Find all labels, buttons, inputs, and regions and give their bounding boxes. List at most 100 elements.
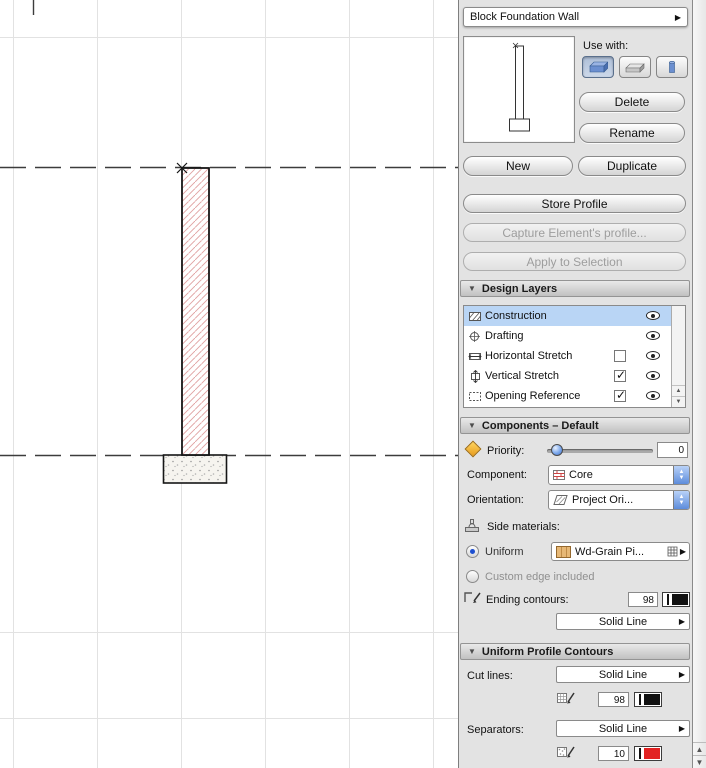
eye-icon[interactable] bbox=[646, 311, 660, 320]
layer-checkbox[interactable] bbox=[614, 388, 626, 402]
priority-pen-icon bbox=[464, 440, 482, 458]
component-label: Component: bbox=[467, 469, 527, 481]
cut-lines-line-type: Solid Line bbox=[598, 668, 648, 681]
dropdown-arrow-icon: ▶ bbox=[678, 724, 685, 733]
uniform-profile-contours-header[interactable]: ▼ Uniform Profile Contours bbox=[460, 643, 690, 660]
separator-pen-field[interactable]: 10 bbox=[598, 746, 629, 761]
wall-icon bbox=[589, 61, 608, 73]
separator-pen-color-button[interactable] bbox=[634, 746, 662, 761]
cut-pen-icon bbox=[557, 692, 575, 704]
apply-to-selection-button: Apply to Selection bbox=[463, 252, 686, 271]
scroll-down-icon[interactable]: ▼ bbox=[693, 755, 706, 768]
component-stepper[interactable]: ▲ ▼ bbox=[673, 466, 689, 484]
orientation-stepper[interactable]: ▲ ▼ bbox=[673, 491, 689, 509]
beam-icon bbox=[625, 63, 645, 73]
duplicate-button[interactable]: Duplicate bbox=[578, 156, 686, 176]
layer-row-vertical-stretch[interactable]: Vertical Stretch bbox=[464, 366, 685, 386]
material-value: Wd-Grain Pi... bbox=[575, 545, 645, 558]
new-button[interactable]: New bbox=[463, 156, 573, 176]
custom-edge-label: Custom edge included bbox=[485, 571, 595, 583]
layer-row-opening-reference[interactable]: Opening Reference bbox=[464, 386, 685, 406]
scroll-up-icon[interactable]: ▲ bbox=[672, 385, 685, 396]
use-with-beam-button[interactable] bbox=[619, 56, 651, 78]
uniform-radio[interactable] bbox=[466, 545, 479, 558]
component-dropdown[interactable]: Core ▲ ▼ bbox=[548, 465, 690, 485]
layer-checkbox[interactable] bbox=[614, 350, 626, 362]
design-layers-header[interactable]: ▼ Design Layers bbox=[460, 280, 690, 297]
cut-pen-field[interactable]: 98 bbox=[598, 692, 629, 707]
store-profile-button[interactable]: Store Profile bbox=[463, 194, 686, 213]
components-header[interactable]: ▼ Components – Default bbox=[460, 417, 690, 434]
scroll-down-icon[interactable]: ▼ bbox=[672, 396, 685, 407]
eye-icon[interactable] bbox=[646, 331, 660, 340]
column-icon bbox=[669, 60, 675, 73]
priority-value-field[interactable]: 0 bbox=[657, 442, 688, 458]
scroll-up-icon[interactable]: ▲ bbox=[693, 742, 706, 755]
orientation-value: Project Ori... bbox=[572, 494, 634, 506]
layer-row-horizontal-stretch[interactable]: Horizontal Stretch bbox=[464, 346, 685, 366]
dropdown-arrow-icon: ▶ bbox=[679, 547, 686, 556]
separators-line-type: Solid Line bbox=[598, 722, 648, 735]
construction-layer-icon bbox=[469, 311, 481, 321]
layer-row-construction[interactable]: Construction bbox=[464, 306, 685, 326]
ending-pen-color-button[interactable] bbox=[662, 592, 690, 607]
eye-icon[interactable] bbox=[646, 371, 660, 380]
layer-checkbox[interactable] bbox=[614, 368, 626, 382]
opening-reference-icon bbox=[469, 391, 481, 401]
layer-name: Horizontal Stretch bbox=[485, 350, 573, 362]
layer-name: Vertical Stretch bbox=[485, 370, 559, 382]
cut-lines-line-type-dropdown[interactable]: Solid Line ▶ bbox=[556, 666, 690, 683]
panel-scrollbar[interactable]: ▲ ▼ bbox=[692, 0, 706, 768]
uniform-profile-contours-title: Uniform Profile Contours bbox=[481, 645, 614, 658]
ending-line-type: Solid Line bbox=[598, 615, 648, 628]
grid-lines bbox=[0, 0, 459, 768]
profile-drawing bbox=[0, 0, 459, 768]
use-with-wall-button[interactable] bbox=[582, 56, 614, 78]
layer-name: Construction bbox=[485, 310, 547, 322]
priority-label: Priority: bbox=[487, 445, 525, 457]
dropdown-arrow-icon: ▶ bbox=[678, 617, 685, 626]
design-layers-list: Construction Drafting Horizontal Stretch bbox=[463, 305, 686, 408]
material-swatch bbox=[556, 545, 571, 558]
dropdown-arrow-icon: ▶ bbox=[678, 670, 685, 679]
use-with-buttons bbox=[582, 56, 688, 78]
separators-label: Separators: bbox=[467, 724, 524, 736]
orientation-label: Orientation: bbox=[467, 494, 524, 506]
component-value: Core bbox=[569, 469, 593, 481]
uniform-material-dropdown[interactable]: Wd-Grain Pi... ▶ bbox=[551, 542, 690, 561]
priority-slider-knob[interactable] bbox=[551, 444, 563, 456]
use-with-label: Use with: bbox=[583, 40, 629, 52]
ending-line-type-dropdown[interactable]: Solid Line ▶ bbox=[556, 613, 690, 630]
eye-icon[interactable] bbox=[646, 391, 660, 400]
profile-preview bbox=[463, 36, 575, 143]
drafting-layer-icon bbox=[469, 330, 480, 342]
profile-preview-drawing bbox=[509, 42, 530, 132]
orientation-dropdown[interactable]: Project Ori... ▲ ▼ bbox=[548, 490, 690, 510]
orientation-icon bbox=[553, 495, 568, 505]
components-title: Components – Default bbox=[481, 419, 599, 432]
rename-button[interactable]: Rename bbox=[579, 123, 685, 143]
cut-pen-color-button[interactable] bbox=[634, 692, 662, 707]
custom-edge-radio[interactable] bbox=[466, 570, 479, 583]
drawing-canvas[interactable] bbox=[0, 0, 459, 768]
capture-profile-button: Capture Element's profile... bbox=[463, 223, 686, 242]
layer-row-drafting[interactable]: Drafting bbox=[464, 326, 685, 346]
priority-slider[interactable] bbox=[547, 444, 653, 456]
delete-button[interactable]: Delete bbox=[579, 92, 685, 112]
eye-icon[interactable] bbox=[646, 351, 660, 360]
ending-contours-label: Ending contours: bbox=[486, 594, 569, 606]
use-with-column-button[interactable] bbox=[656, 56, 688, 78]
horizontal-stretch-icon bbox=[468, 352, 482, 360]
profile-selector[interactable]: Block Foundation Wall ▶ bbox=[463, 7, 688, 27]
layer-name: Drafting bbox=[485, 330, 524, 342]
popup-arrow-icon: ▶ bbox=[674, 12, 681, 22]
ending-contours-icon bbox=[464, 592, 481, 603]
vertical-stretch-icon bbox=[471, 369, 480, 383]
layers-list-scrollbar[interactable]: ▲ ▼ bbox=[671, 306, 685, 407]
design-layers-title: Design Layers bbox=[481, 282, 558, 295]
ending-pen-field[interactable]: 98 bbox=[628, 592, 658, 607]
separators-line-type-dropdown[interactable]: Solid Line ▶ bbox=[556, 720, 690, 737]
side-materials-icon bbox=[465, 519, 479, 532]
profile-manager-panel: Block Foundation Wall ▶ Use with: Delete… bbox=[459, 0, 692, 768]
profile-manager-window: Block Foundation Wall ▶ Use with: Delete… bbox=[0, 0, 706, 768]
